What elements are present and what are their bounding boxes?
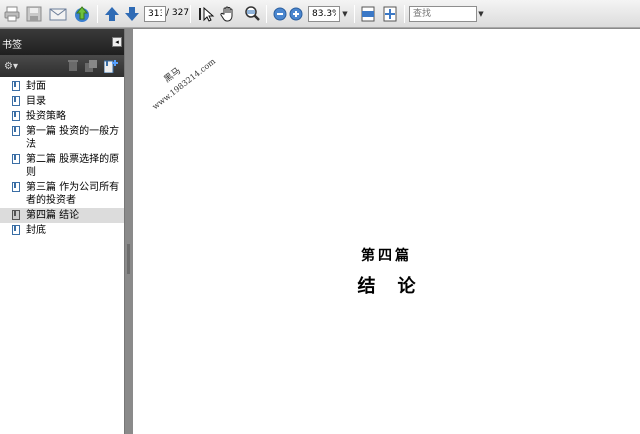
email-icon[interactable] [48,4,68,24]
bookmark-item[interactable]: 第一篇 投资的一般方法 [0,124,124,152]
fit-page-icon[interactable] [380,4,400,24]
bookmark-label: 投资策略 [26,111,66,122]
hand-tool-icon[interactable] [218,4,238,24]
search-input[interactable] [409,6,477,22]
delete-bookmark-icon[interactable] [66,59,80,73]
bookmark-item[interactable]: 投资策略 [0,109,124,124]
select-tool-icon[interactable] [196,4,216,24]
bookmark-icon [12,111,20,121]
toolbar: / 327 ▼ ▼ [0,0,640,28]
bookmark-label: 第三篇 作为公司所有者的投资者 [26,182,120,206]
page-number-input[interactable] [144,6,166,22]
bookmark-item[interactable]: 第二篇 股票选择的原则 [0,152,124,180]
panel-title: 书签 [2,40,22,51]
bookmark-item[interactable]: 封面 [0,79,124,94]
options-icon[interactable]: ⚙▾ [2,59,20,73]
save-icon[interactable] [24,4,44,24]
bookmark-label: 第一篇 投资的一般方法 [26,126,120,150]
bookmark-label: 封面 [26,81,46,92]
prev-page-icon[interactable] [102,4,122,24]
panel-toolbar: ⚙▾ [0,55,124,77]
chapter-title: 结论 [357,276,438,297]
fit-width-icon[interactable] [358,4,378,24]
zoom-in-icon[interactable] [286,4,306,24]
upload-icon[interactable] [72,4,92,24]
panel-splitter[interactable] [125,29,133,434]
bookmark-item-selected[interactable]: 第四篇 结论 [0,208,124,223]
bookmark-icon [12,182,20,192]
print-icon[interactable] [2,4,22,24]
collapse-panel-button[interactable]: ◂ [112,37,122,47]
zoom-input[interactable] [308,6,340,22]
bookmark-label: 封底 [26,225,46,236]
zoom-dropdown-icon[interactable]: ▼ [340,6,350,22]
bookmark-icon [12,96,20,106]
search-dropdown-icon[interactable]: ▼ [476,6,486,22]
bookmark-panel: 书签 ◂ ⚙▾ 封面 目录 投资策略 第一篇 投资的一般方法 第二篇 股票选择的… [0,29,125,434]
bookmark-label: 第四篇 结论 [26,210,80,221]
expand-bookmark-icon[interactable] [84,59,98,73]
bookmark-icon [12,210,20,220]
page-total: / 327 [166,8,190,18]
chapter-number: 第四篇 [361,248,412,264]
bookmark-icon [12,81,20,91]
panel-header: 书签 ◂ [0,29,124,55]
watermark: 黑马 www.1983214.com [151,56,218,111]
document-page: 黑马 www.1983214.com 第四篇 结论 [133,29,640,434]
bookmark-item[interactable]: 封底 [0,223,124,238]
next-page-icon[interactable] [122,4,142,24]
bookmark-label: 第二篇 股票选择的原则 [26,154,120,178]
bookmark-item[interactable]: 目录 [0,94,124,109]
bookmark-icon [12,126,20,136]
watermark-line2: www.1983214.com [151,56,218,111]
new-bookmark-icon[interactable] [104,59,118,73]
bookmark-icon [12,225,20,235]
bookmark-icon [12,154,20,164]
bookmark-label: 目录 [26,96,46,107]
zoom-tool-icon[interactable] [242,4,262,24]
bookmark-item[interactable]: 第三篇 作为公司所有者的投资者 [0,180,124,208]
bookmark-list: 封面 目录 投资策略 第一篇 投资的一般方法 第二篇 股票选择的原则 第三篇 作… [0,77,124,238]
splitter-grip[interactable] [127,244,130,274]
